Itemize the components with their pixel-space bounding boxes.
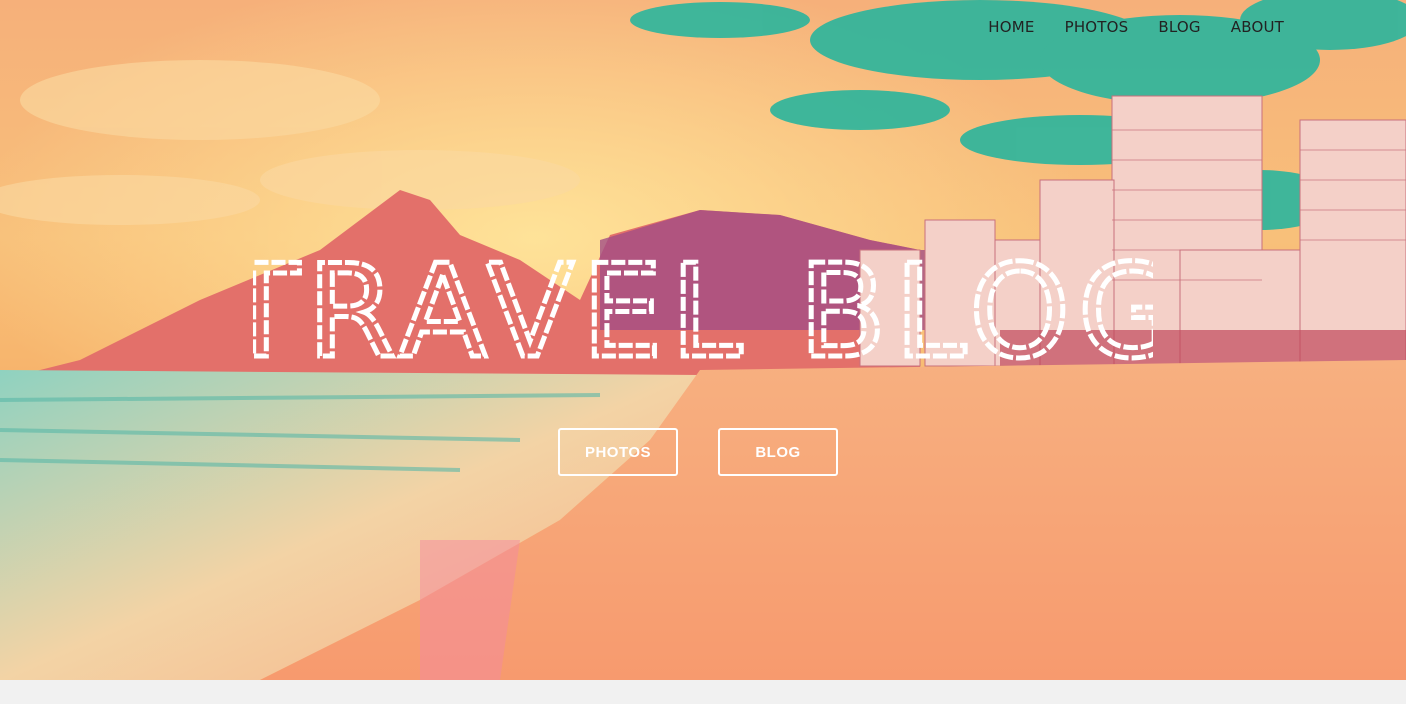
hero-title-container: TRAVEL BLOG: [0, 236, 1406, 376]
blog-button[interactable]: BLOG: [718, 428, 838, 476]
nav-item-blog[interactable]: BLOG: [1158, 18, 1200, 36]
nav-item-about[interactable]: ABOUT: [1231, 18, 1284, 36]
hero-section: HOME PHOTOS BLOG ABOUT TRAVEL BLOG PHOTO…: [0, 0, 1406, 680]
page-bottom-strip: [0, 680, 1406, 704]
hero-title-text: TRAVEL BLOG: [253, 238, 1153, 376]
top-navigation: HOME PHOTOS BLOG ABOUT: [988, 18, 1284, 36]
nav-item-photos[interactable]: PHOTOS: [1065, 18, 1129, 36]
hero-title: TRAVEL BLOG: [253, 236, 1153, 376]
photos-button[interactable]: PHOTOS: [558, 428, 678, 476]
nav-item-home[interactable]: HOME: [988, 18, 1034, 36]
